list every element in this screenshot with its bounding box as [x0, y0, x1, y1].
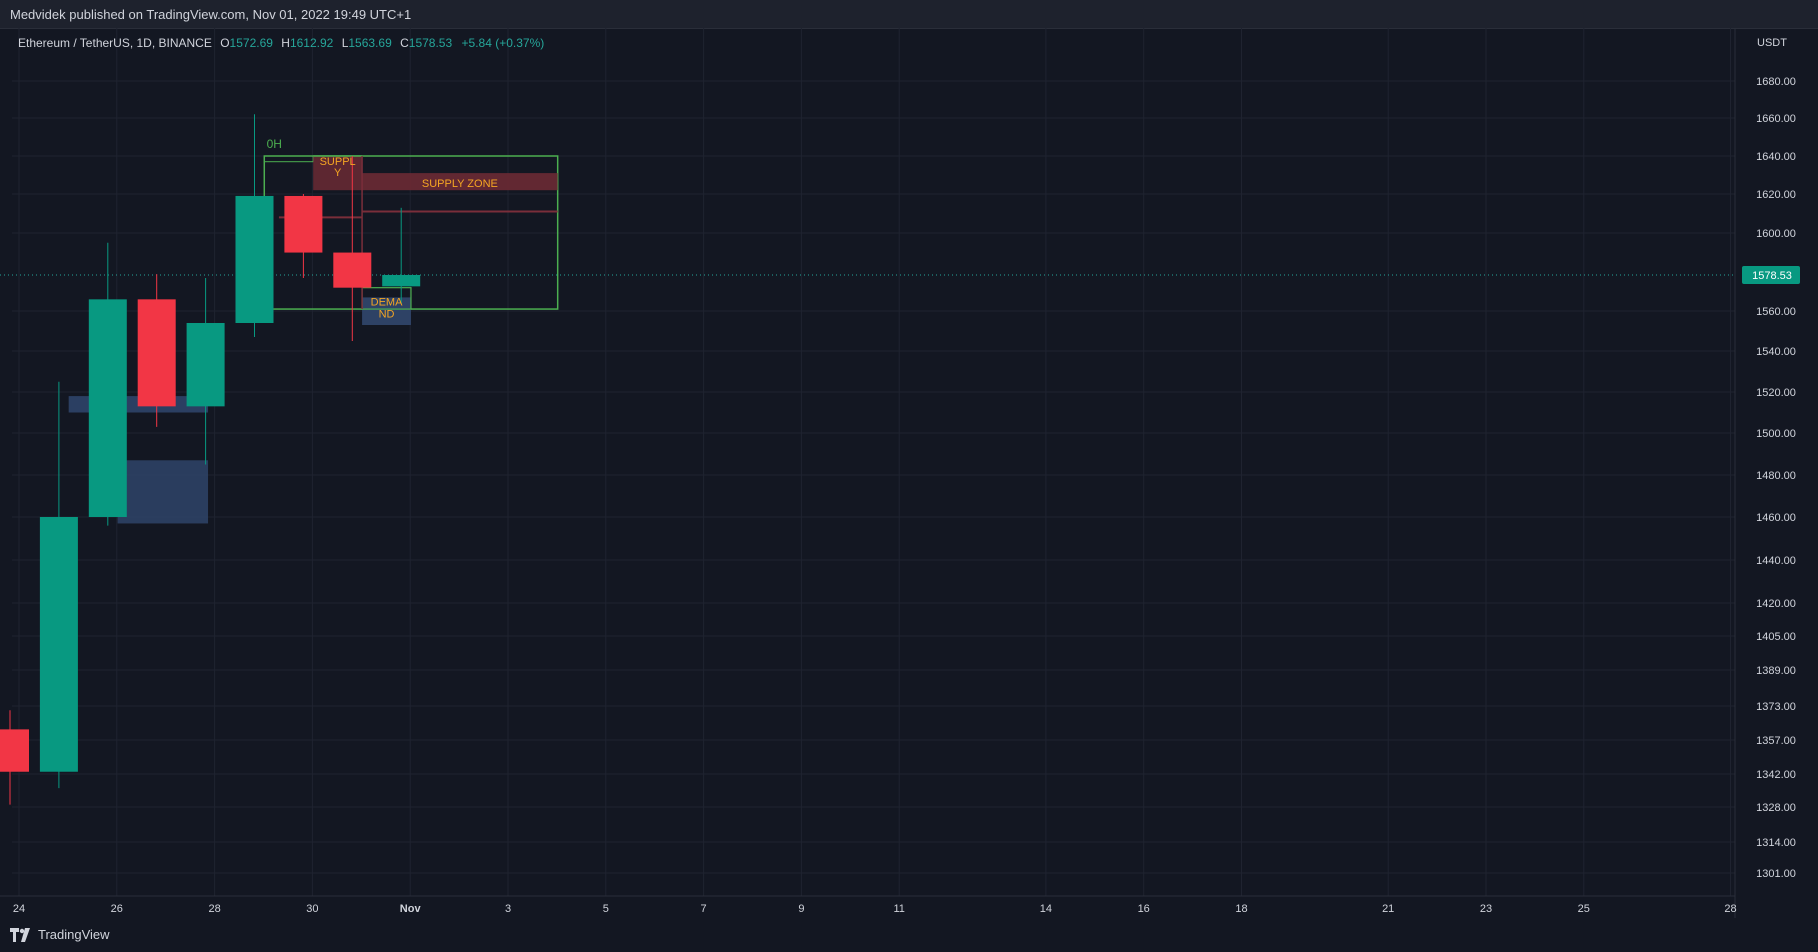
time-tick-label: 26	[111, 903, 123, 915]
demand-label: ND	[379, 308, 395, 320]
open-value: 1572.69	[229, 36, 273, 50]
price-tick-label: 1680.00	[1756, 76, 1796, 88]
last-price-tag-label: 1578.53	[1752, 270, 1792, 282]
price-tick-label: 1520.00	[1756, 387, 1796, 399]
price-tick-label: 1540.00	[1756, 346, 1796, 358]
candle-body[interactable]	[186, 323, 225, 407]
price-tick-label: 1405.00	[1756, 631, 1796, 643]
time-tick-label: 16	[1138, 903, 1150, 915]
demand-zone-block	[117, 460, 209, 524]
tradingview-brand[interactable]: TradingView	[10, 927, 110, 942]
high-value: 1612.92	[289, 36, 334, 50]
time-tick-label: 18	[1235, 903, 1247, 915]
candle-body[interactable]	[88, 299, 127, 517]
close-value: 1578.53	[408, 36, 453, 50]
currency-label: USDT	[1757, 37, 1787, 49]
price-tick-label: 1620.00	[1756, 189, 1796, 201]
candle-body[interactable]	[284, 195, 323, 253]
symbol-label[interactable]: Ethereum / TetherUS, 1D, BINANCE	[18, 36, 212, 50]
time-tick-label: 5	[603, 903, 609, 915]
price-tick-label: 1301.00	[1756, 868, 1796, 880]
ohlc-legend: Ethereum / TetherUS, 1D, BINANCE O1572.6…	[18, 36, 544, 50]
price-tick-label: 1342.00	[1756, 769, 1796, 781]
low-value: 1563.69	[348, 36, 392, 50]
candle-body[interactable]	[333, 252, 372, 288]
price-tick-label: 1460.00	[1756, 512, 1796, 524]
supply-zone-label: SUPPLY ZONE	[422, 178, 498, 190]
time-tick-label: 9	[798, 903, 804, 915]
time-tick-label: 3	[505, 903, 511, 915]
time-tick-label: 30	[306, 903, 318, 915]
price-tick-label: 1600.00	[1756, 228, 1796, 240]
open-label: O	[220, 36, 230, 50]
price-tick-label: 1389.00	[1756, 665, 1796, 677]
price-tick-label: 1660.00	[1756, 113, 1796, 125]
tradingview-logo-icon	[10, 927, 30, 942]
time-tick-label: 11	[893, 903, 904, 915]
close-label: C	[400, 36, 409, 50]
demand-label: DEMA	[371, 296, 403, 308]
zone-marker-label: 0H	[267, 137, 282, 151]
time-tick-label: Nov	[400, 903, 422, 915]
brand-label: TradingView	[38, 927, 110, 942]
price-tick-label: 1440.00	[1756, 555, 1796, 567]
price-tick-label: 1640.00	[1756, 151, 1796, 163]
price-tick-label: 1560.00	[1756, 306, 1796, 318]
price-tick-label: 1500.00	[1756, 428, 1796, 440]
chart-area[interactable]: SUPPL Y SUPPLY ZONE DEMA ND 0H USDT 1680.00 1660…	[0, 28, 1818, 918]
price-tick-label: 1328.00	[1756, 802, 1796, 814]
time-tick-label: 23	[1480, 903, 1492, 915]
time-tick-label: 28	[1724, 903, 1736, 915]
publish-note: Medvidek published on TradingView.com, N…	[10, 7, 412, 22]
candle-body[interactable]	[137, 299, 176, 407]
price-tick-label: 1314.00	[1756, 837, 1796, 849]
price-chart[interactable]: SUPPLYSUPPLY ZONEDEMAND0HUSDT1680.001660…	[0, 28, 1818, 918]
time-tick-label: 24	[13, 903, 25, 915]
candle-body[interactable]	[382, 275, 421, 287]
footer-bar: TradingView	[0, 918, 1818, 952]
candle-body[interactable]	[39, 517, 78, 772]
time-tick-label: 28	[208, 903, 220, 915]
price-tick-label: 1373.00	[1756, 701, 1796, 713]
price-tick-label: 1480.00	[1756, 470, 1796, 482]
price-tick-label: 1357.00	[1756, 735, 1796, 747]
zone-box-small	[263, 155, 314, 163]
change-value: +5.84 (+0.37%)	[461, 36, 545, 50]
publish-header: Medvidek published on TradingView.com, N…	[0, 0, 1818, 29]
time-tick-label: 14	[1040, 903, 1052, 915]
high-label: H	[281, 36, 290, 50]
supply-small-label: Y	[334, 167, 342, 179]
candle-body[interactable]	[0, 729, 29, 772]
candle-body[interactable]	[235, 195, 274, 323]
price-tick-label: 1420.00	[1756, 598, 1796, 610]
time-tick-label: 7	[701, 903, 707, 915]
time-tick-label: 21	[1382, 903, 1394, 915]
time-tick-label: 25	[1578, 903, 1590, 915]
